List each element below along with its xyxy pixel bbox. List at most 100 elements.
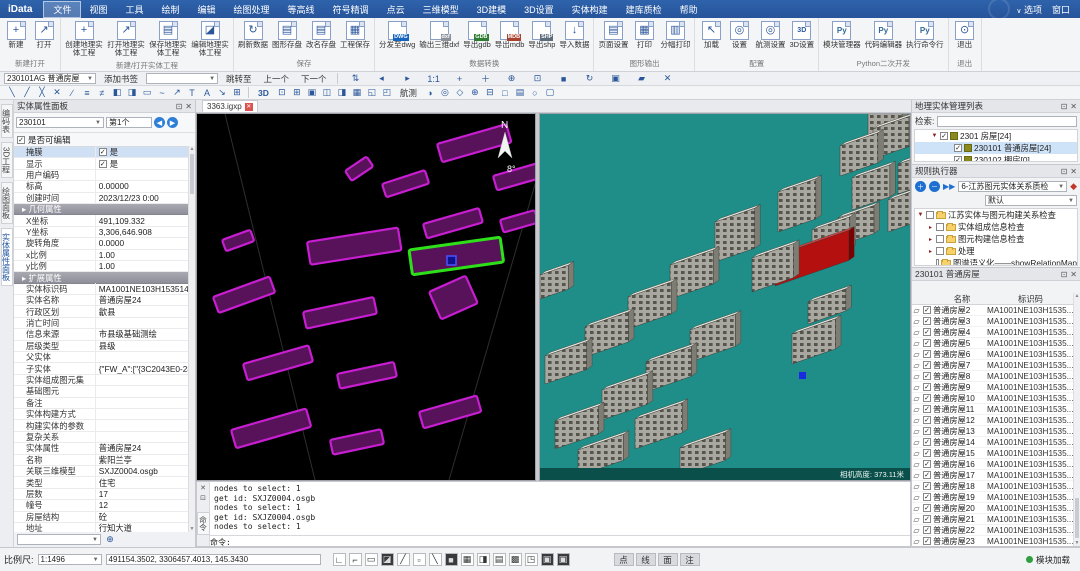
draw-tool-icon[interactable]: ◧ (111, 87, 123, 99)
dock-tab-3D工程[interactable]: 3D工程 (1, 142, 13, 178)
entity-checkbox[interactable]: ✓ (923, 361, 931, 369)
draw-tool-icon[interactable]: ◫ (321, 87, 333, 99)
menu-3D建模[interactable]: 3D建模 (468, 2, 516, 17)
draw-tool-icon[interactable]: ▣ (306, 87, 318, 99)
map-3d-view[interactable]: 相机高度: 373.11米 (539, 113, 911, 481)
close-tab-icon[interactable]: ✕ (245, 103, 253, 111)
menu-编辑[interactable]: 编辑 (189, 2, 225, 17)
previous-button[interactable]: 上一个 (260, 73, 294, 85)
value-checkbox[interactable]: ✓ (99, 148, 107, 156)
column-name[interactable]: 名称 (936, 293, 988, 305)
float-panel-icon[interactable]: ⊡ (1061, 102, 1068, 111)
property-table-scrollbar[interactable]: ▲▼ (188, 146, 195, 532)
rule-checkbox[interactable] (936, 259, 939, 266)
ribbon-button-新建[interactable]: +新建 (2, 20, 30, 50)
status-icon[interactable]: ╱ (397, 553, 410, 566)
rule-tree-row[interactable]: ▸实体组成信息检查 (915, 221, 1077, 233)
toolbar-icon[interactable]: ＋ (480, 73, 492, 85)
ribbon-button-导入数据[interactable]: ↓导入数据 (557, 20, 591, 50)
status-icon[interactable]: ▦ (461, 553, 474, 566)
expand-icon[interactable]: ▸ (927, 236, 934, 243)
document-tab[interactable]: 3363.igxp ✕ (202, 100, 258, 112)
layer-combo[interactable]: 230101AG 普通房屋▼ (4, 73, 96, 84)
draw-tool-icon[interactable]: ~ (156, 87, 168, 99)
rule-mode-combo[interactable]: 默认▼ (985, 195, 1077, 206)
draw-tool-icon[interactable]: ▤ (514, 87, 526, 99)
ribbon-button-编辑地理实体工程[interactable]: ◪编辑地理实体工程 (189, 20, 231, 59)
draw-tool-icon[interactable]: ○ (529, 87, 541, 99)
filter-combo[interactable]: ▼ (17, 534, 101, 545)
draw-tool-icon[interactable]: ◰ (381, 87, 393, 99)
status-icon[interactable]: ▫ (413, 553, 426, 566)
float-panel-icon[interactable]: ⊡ (176, 102, 183, 111)
view-3d-button[interactable]: 3D (254, 88, 273, 98)
menu-等高线[interactable]: 等高线 (279, 2, 324, 17)
entity-checkbox[interactable]: ✓ (923, 350, 931, 358)
mode-button-面[interactable]: 面 (658, 553, 678, 566)
window-menu[interactable]: 窗口 (1052, 3, 1070, 16)
status-icon[interactable]: ◳ (525, 553, 538, 566)
entity-row[interactable]: ▱✓普通房屋23MA1001NE103H1535... (912, 536, 1073, 546)
ribbon-button-工程保存[interactable]: ▦工程保存 (338, 20, 372, 50)
search-input[interactable] (937, 116, 1077, 127)
entity-checkbox[interactable]: ✓ (923, 383, 931, 391)
command-log[interactable]: nodes to select: 1get id: SXJZ0004.osgbn… (210, 482, 910, 534)
mode-button-线[interactable]: 线 (636, 553, 656, 566)
entity-checkbox[interactable]: ✓ (923, 339, 931, 347)
ribbon-button-打开地理实体工程[interactable]: ↗打开地理实体工程 (105, 20, 147, 59)
menu-点云[interactable]: 点云 (378, 2, 414, 17)
expand-icon[interactable]: ▼ (917, 212, 924, 218)
options-menu[interactable]: ∨ 选项 (1016, 3, 1042, 16)
draw-tool-icon[interactable]: ⊟ (484, 87, 496, 99)
rule-checkbox[interactable] (936, 247, 944, 255)
entity-code-combo[interactable]: 230101▼ (16, 117, 104, 128)
status-icon[interactable]: ∟ (333, 553, 346, 566)
draw-tool-icon[interactable]: ⊕ (469, 87, 481, 99)
entity-checkbox[interactable]: ✓ (923, 317, 931, 325)
menu-符号精调[interactable]: 符号精调 (324, 2, 378, 17)
ribbon-button-模块管理器[interactable]: Py模块管理器 (821, 20, 863, 50)
column-id[interactable]: 标识码 (988, 293, 1073, 305)
draw-tool-icon[interactable]: ◎ (439, 87, 451, 99)
entity-checkbox[interactable]: ✓ (923, 449, 931, 457)
toolbar-icon[interactable]: ↻ (584, 73, 596, 85)
float-panel-icon[interactable]: ⊡ (200, 494, 206, 502)
map-2d-view[interactable]: N8° (196, 113, 536, 481)
draw-tool-icon[interactable]: ∕ (66, 87, 78, 99)
ribbon-button-刷新数据[interactable]: ↻刷新数据 (236, 20, 270, 50)
ribbon-button-打印[interactable]: ▦打印 (630, 20, 658, 50)
entity-checkbox[interactable]: ✓ (923, 515, 931, 523)
dock-tab-编码表[interactable]: 编码表 (1, 104, 13, 138)
ribbon-button-页面设置[interactable]: ▤页面设置 (596, 20, 630, 50)
draw-tool-icon[interactable]: ↘ (216, 87, 228, 99)
ribbon-button-航测设置[interactable]: ◎航测设置 (753, 20, 787, 50)
expand-icon[interactable]: ▸ (927, 224, 934, 231)
draw-tool-icon[interactable]: □ (499, 87, 511, 99)
draw-tool-icon[interactable]: ╱ (21, 87, 33, 99)
status-icon[interactable]: ▣ (541, 553, 554, 566)
ribbon-button-图形存盘[interactable]: ▤图形存盘 (270, 20, 304, 50)
draw-tool-icon[interactable]: ◇ (454, 87, 466, 99)
close-icon[interactable]: ✕ (1070, 102, 1077, 111)
close-icon[interactable]: ✕ (200, 484, 206, 492)
entity-checkbox[interactable]: ✓ (923, 526, 931, 534)
entity-checkbox[interactable]: ✓ (923, 482, 931, 490)
menu-建库质检[interactable]: 建库质检 (617, 2, 671, 17)
entity-checkbox[interactable]: ✓ (923, 328, 931, 336)
entity-checkbox[interactable]: ✓ (923, 372, 931, 380)
status-icon[interactable]: ■ (445, 553, 458, 566)
draw-tool-icon[interactable]: T (186, 87, 198, 99)
draw-tool-icon[interactable]: ◑ (424, 87, 436, 99)
entity-tree-row[interactable]: ▼✓2301 房屋[24] (915, 130, 1077, 142)
menu-3D设置[interactable]: 3D设置 (515, 2, 563, 17)
ribbon-button-打开[interactable]: ↗打开 (30, 20, 58, 50)
ribbon-button-保存地理实体工程[interactable]: ▤保存地理实体工程 (147, 20, 189, 59)
draw-tool-icon[interactable]: ╳ (36, 87, 48, 99)
status-icon[interactable]: ◨ (477, 553, 490, 566)
ribbon-button-加载[interactable]: ↖加载 (697, 20, 725, 50)
menu-文件[interactable]: 文件 (44, 2, 80, 17)
draw-tool-icon[interactable]: ◨ (126, 87, 138, 99)
rule-checkbox[interactable] (936, 235, 944, 243)
toolbar-icon[interactable]: ■ (558, 73, 570, 85)
draw-tool-icon[interactable]: A (201, 87, 213, 99)
